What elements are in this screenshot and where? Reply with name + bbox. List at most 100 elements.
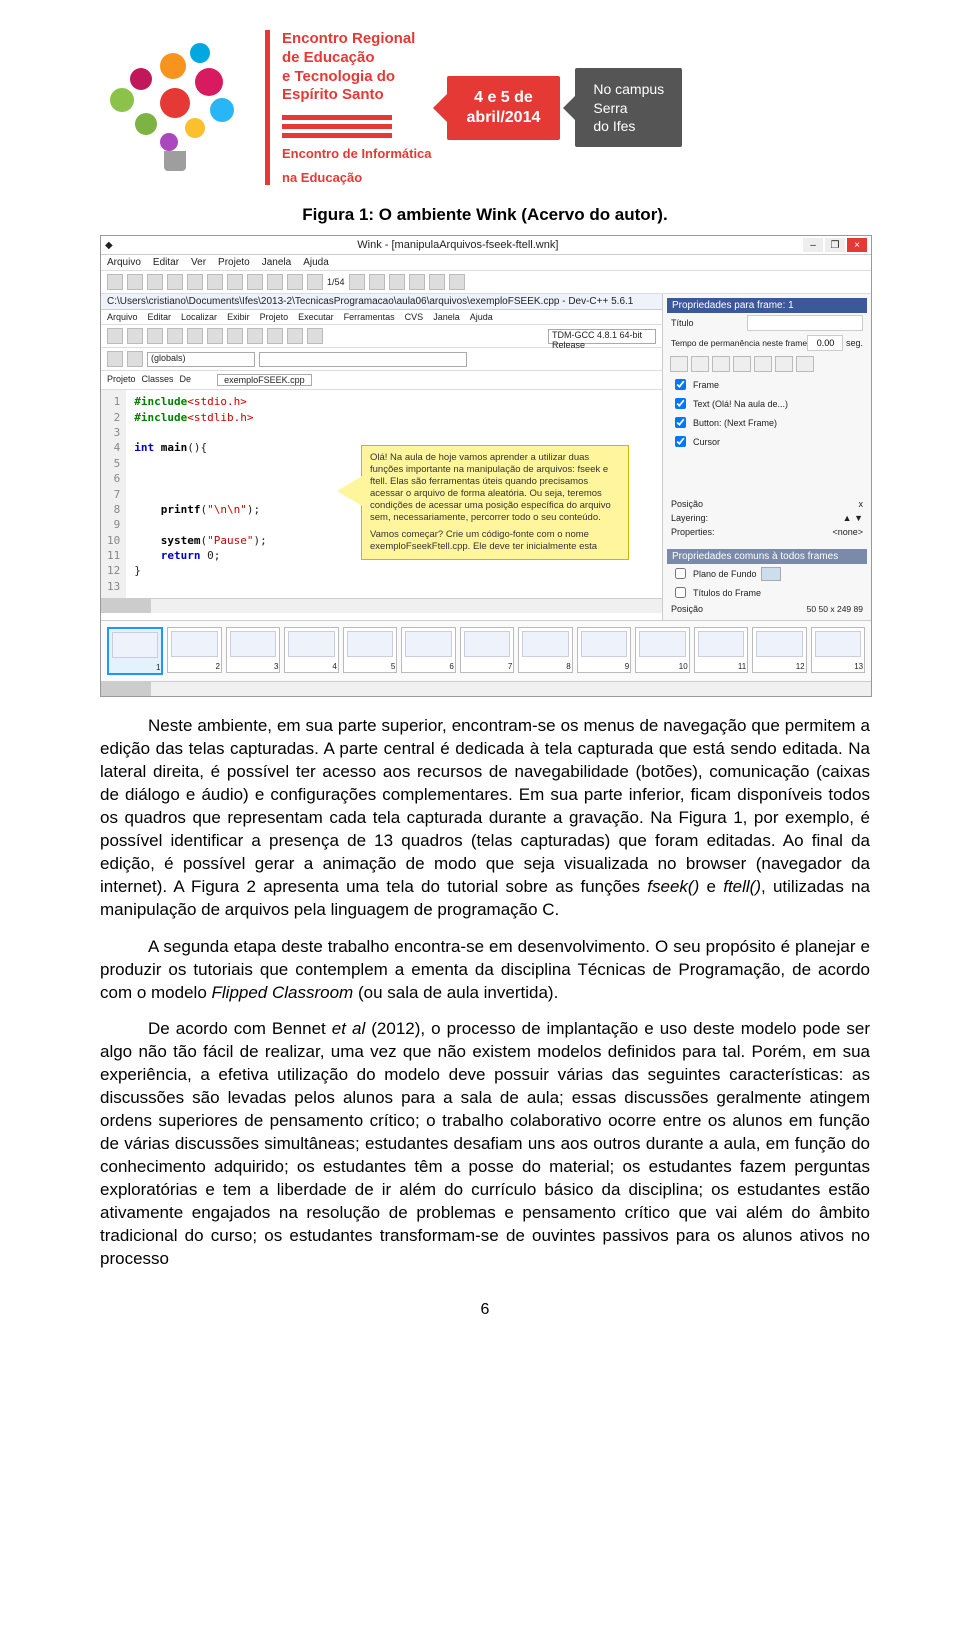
dc-run-icon[interactable] bbox=[267, 328, 283, 344]
chk-button[interactable]: Button: (Next Frame) bbox=[667, 413, 867, 432]
layer-up-icon[interactable]: ▲ bbox=[843, 513, 852, 523]
dc-redo-icon[interactable] bbox=[227, 328, 243, 344]
tb-last-icon[interactable] bbox=[369, 274, 385, 290]
shape-icon[interactable] bbox=[775, 356, 793, 372]
wink-titlebar: ◆ Wink - [manipulaArquivos-fseek-ftell.w… bbox=[101, 236, 871, 255]
dmenu-cvs[interactable]: CVS bbox=[405, 312, 424, 322]
thumb-7[interactable]: 7 bbox=[460, 627, 514, 673]
callout-arrow-icon bbox=[337, 476, 362, 506]
layer-label: Layering: bbox=[671, 513, 708, 523]
event-title-1: Encontro Regional bbox=[282, 30, 432, 49]
tb-button-icon[interactable] bbox=[409, 274, 425, 290]
thumb-2[interactable]: 2 bbox=[167, 627, 221, 673]
dc-save-icon[interactable] bbox=[147, 328, 163, 344]
tb-first-icon[interactable] bbox=[287, 274, 303, 290]
thumb-1[interactable]: 1 bbox=[107, 627, 163, 675]
compiler-select[interactable]: TDM-GCC 4.8.1 64-bit Release bbox=[548, 329, 656, 344]
symbols-select[interactable] bbox=[259, 352, 467, 367]
dmenu-janela[interactable]: Janela bbox=[433, 312, 460, 322]
chk-titulos[interactable]: Títulos do Frame bbox=[667, 583, 867, 602]
menu-janela[interactable]: Janela bbox=[262, 257, 291, 268]
tab-classes[interactable]: Classes bbox=[142, 374, 174, 386]
dc-compile-icon[interactable] bbox=[247, 328, 263, 344]
event-title-block: Encontro Regional de Educação e Tecnolog… bbox=[265, 30, 432, 185]
thumb-13[interactable]: 13 bbox=[811, 627, 865, 673]
file-tab[interactable]: exemploFSEEK.cpp bbox=[217, 374, 312, 386]
tb-open-icon[interactable] bbox=[127, 274, 143, 290]
thumb-5[interactable]: 5 bbox=[343, 627, 397, 673]
thumb-10[interactable]: 10 bbox=[635, 627, 689, 673]
globals-select[interactable]: (globals) bbox=[147, 352, 255, 367]
tb-prev-icon[interactable] bbox=[307, 274, 323, 290]
wink-menubar: Arquivo Editar Ver Projeto Janela Ajuda bbox=[101, 255, 871, 271]
thumb-8[interactable]: 8 bbox=[518, 627, 572, 673]
paragraph-3: De acordo com Bennet et al (2012), o pro… bbox=[100, 1018, 870, 1270]
tb-delete-icon[interactable] bbox=[227, 274, 243, 290]
tb-new-icon[interactable] bbox=[107, 274, 123, 290]
callout-box[interactable]: Olá! Na aula de hoje vamos aprender a ut… bbox=[361, 445, 629, 560]
maximize-button[interactable]: ❐ bbox=[825, 238, 845, 252]
dc-new-icon[interactable] bbox=[107, 328, 123, 344]
tab-debug[interactable]: De bbox=[180, 374, 192, 386]
dc-print-icon[interactable] bbox=[187, 328, 203, 344]
tb-cut-icon[interactable] bbox=[167, 274, 183, 290]
close-button[interactable]: × bbox=[847, 238, 867, 252]
tb-image-icon[interactable] bbox=[429, 274, 445, 290]
dc-back-icon[interactable] bbox=[107, 351, 123, 367]
cursor-icon[interactable] bbox=[796, 356, 814, 372]
thumb-4[interactable]: 4 bbox=[284, 627, 338, 673]
thumb-6[interactable]: 6 bbox=[401, 627, 455, 673]
dmenu-projeto[interactable]: Projeto bbox=[260, 312, 289, 322]
menu-projeto[interactable]: Projeto bbox=[218, 257, 250, 268]
menu-arquivo[interactable]: Arquivo bbox=[107, 257, 141, 268]
dc-debug-icon[interactable] bbox=[307, 328, 323, 344]
dc-open-icon[interactable] bbox=[127, 328, 143, 344]
dc-saveall-icon[interactable] bbox=[167, 328, 183, 344]
image-icon[interactable] bbox=[733, 356, 751, 372]
dc-compilerun-icon[interactable] bbox=[287, 328, 303, 344]
dmenu-executar[interactable]: Executar bbox=[298, 312, 334, 322]
chk-frame[interactable]: Frame bbox=[667, 375, 867, 394]
tb-paste-icon[interactable] bbox=[207, 274, 223, 290]
pos-label: Posição bbox=[671, 499, 703, 509]
dc-fwd-icon[interactable] bbox=[127, 351, 143, 367]
tb-play-icon[interactable] bbox=[267, 274, 283, 290]
pos-x: x bbox=[859, 499, 864, 509]
tb-shape-icon[interactable] bbox=[449, 274, 465, 290]
editor-scrollbar[interactable] bbox=[101, 598, 662, 613]
date-line2: abril/2014 bbox=[467, 108, 541, 128]
thumb-9[interactable]: 9 bbox=[577, 627, 631, 673]
dc-undo-icon[interactable] bbox=[207, 328, 223, 344]
menu-ajuda[interactable]: Ajuda bbox=[303, 257, 329, 268]
tb-copy-icon[interactable] bbox=[187, 274, 203, 290]
tempo-input[interactable] bbox=[807, 335, 843, 351]
titulo-input[interactable] bbox=[747, 315, 863, 331]
minimize-button[interactable]: – bbox=[803, 238, 823, 252]
dmenu-ferramentas[interactable]: Ferramentas bbox=[344, 312, 395, 322]
chk-plano[interactable]: Plano de Fundo bbox=[667, 564, 867, 583]
text-icon[interactable] bbox=[691, 356, 709, 372]
goto-icon[interactable] bbox=[754, 356, 772, 372]
chk-text[interactable]: Text (Olá! Na aula de...) bbox=[667, 394, 867, 413]
thumb-12[interactable]: 12 bbox=[752, 627, 806, 673]
menu-ver[interactable]: Ver bbox=[191, 257, 206, 268]
tb-callout-icon[interactable] bbox=[389, 274, 405, 290]
dmenu-localizar[interactable]: Localizar bbox=[181, 312, 217, 322]
campus-line2: Serra bbox=[593, 99, 664, 117]
audio-icon[interactable] bbox=[670, 356, 688, 372]
tb-save-icon[interactable] bbox=[147, 274, 163, 290]
dmenu-editar[interactable]: Editar bbox=[148, 312, 172, 322]
menu-editar[interactable]: Editar bbox=[153, 257, 179, 268]
thumb-11[interactable]: 11 bbox=[694, 627, 748, 673]
thumbs-scrollbar[interactable] bbox=[101, 681, 871, 696]
chk-cursor[interactable]: Cursor bbox=[667, 432, 867, 451]
tab-projeto[interactable]: Projeto bbox=[107, 374, 136, 386]
button-icon[interactable] bbox=[712, 356, 730, 372]
dmenu-exibir[interactable]: Exibir bbox=[227, 312, 250, 322]
thumb-3[interactable]: 3 bbox=[226, 627, 280, 673]
tb-render-icon[interactable] bbox=[247, 274, 263, 290]
layer-down-icon[interactable]: ▼ bbox=[854, 513, 863, 523]
dmenu-arquivo[interactable]: Arquivo bbox=[107, 312, 138, 322]
tb-next-icon[interactable] bbox=[349, 274, 365, 290]
dmenu-ajuda[interactable]: Ajuda bbox=[470, 312, 493, 322]
